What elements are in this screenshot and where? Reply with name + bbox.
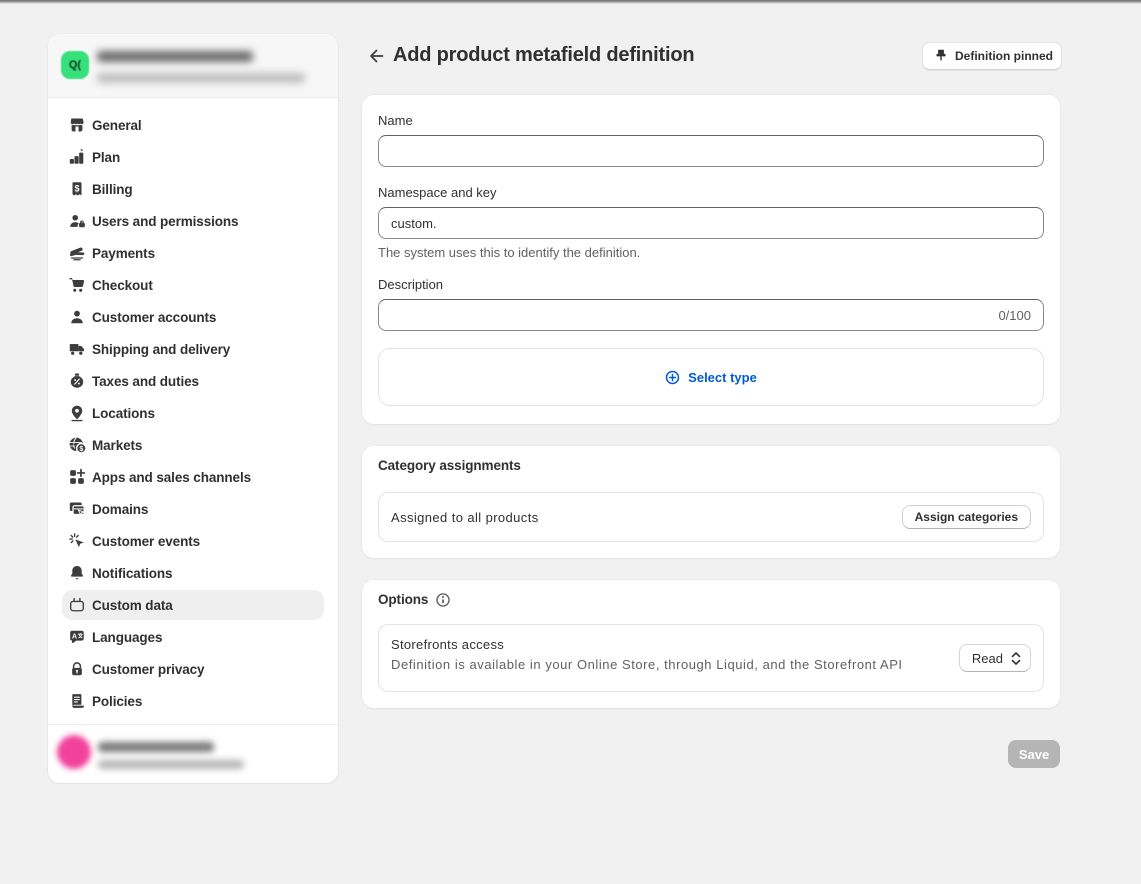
svg-text:$: $ [74, 183, 79, 193]
svg-text:A: A [72, 631, 77, 640]
svg-text:$: $ [79, 444, 83, 453]
